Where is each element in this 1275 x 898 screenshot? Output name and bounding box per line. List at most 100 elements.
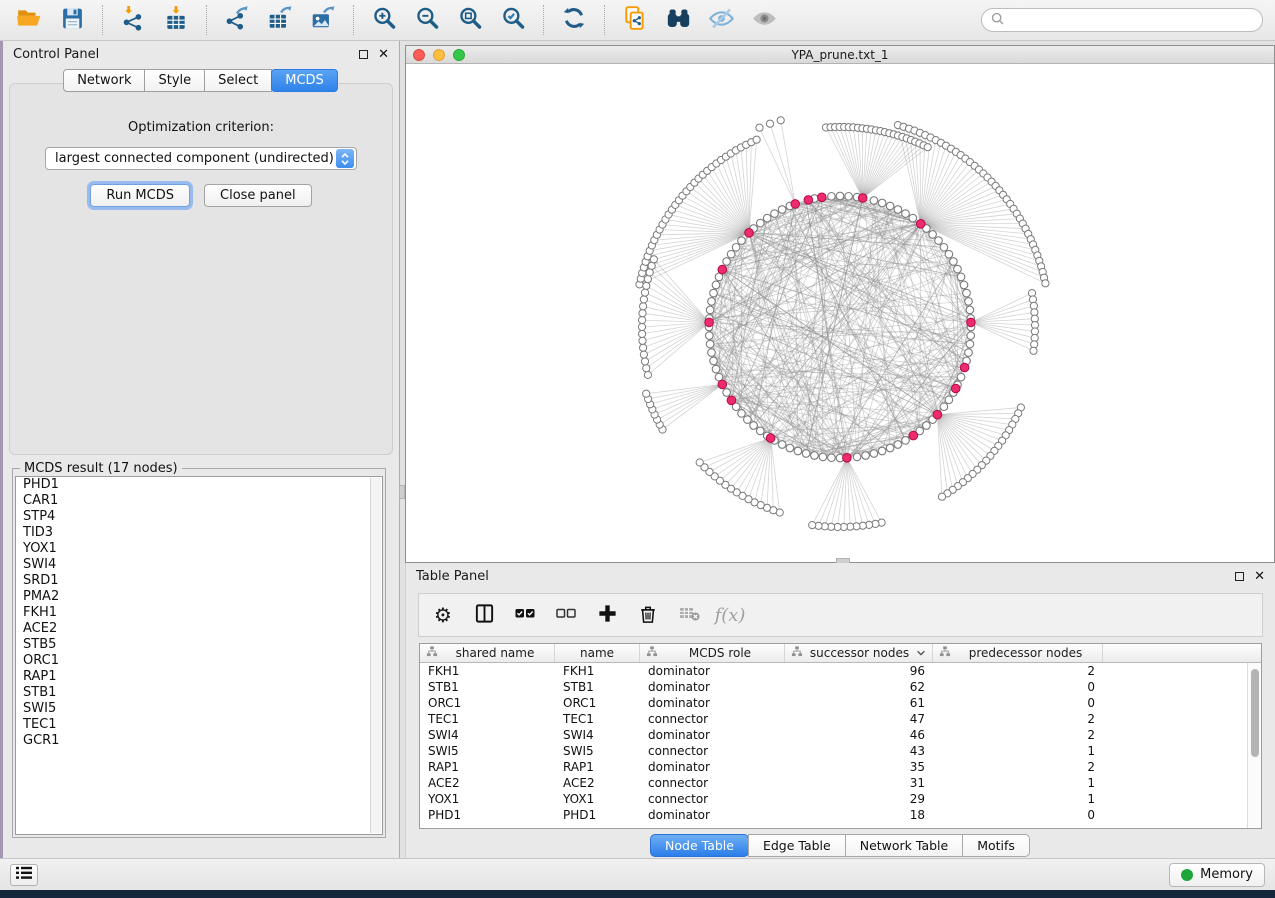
show-column-button[interactable] [472,603,496,627]
close-panel-icon[interactable]: ✕ [378,48,389,61]
result-node[interactable]: CAR1 [16,493,382,509]
refresh-view-button[interactable] [557,4,591,36]
table-row[interactable]: RAP1RAP1dominator352 [420,759,1247,775]
ring-node[interactable] [929,231,937,239]
ring-node[interactable] [967,332,975,340]
float-panel-icon[interactable] [359,50,368,59]
delete-column-button[interactable] [636,603,660,627]
ring-node[interactable] [862,452,870,460]
close-panel-button[interactable]: Close panel [204,184,312,207]
ring-node[interactable] [878,199,886,207]
result-node[interactable]: ORC1 [16,653,382,669]
ring-node[interactable] [828,454,836,462]
search-box[interactable] [981,8,1263,32]
ring-node[interactable] [902,437,910,445]
mcds-hub-node[interactable] [967,318,976,327]
ring-node[interactable] [732,244,740,252]
table-row[interactable]: ACE2ACE2connector311 [420,775,1247,791]
vertical-splitter-grip[interactable] [399,485,405,499]
ring-node[interactable] [802,450,810,458]
ring-node[interactable] [771,210,779,218]
result-node[interactable]: STB5 [16,637,382,653]
ring-node[interactable] [965,298,973,306]
zoom-out-button[interactable] [410,4,444,36]
leaf-node[interactable] [777,117,784,124]
mcds-hub-node[interactable] [804,196,813,205]
ring-node[interactable] [706,340,714,348]
column-header-predecessor-nodes[interactable]: predecessor nodes [933,644,1103,662]
ring-node[interactable] [935,237,943,245]
mcds-hub-node[interactable] [791,200,800,209]
mcds-hub-node[interactable] [727,396,736,405]
hide-selected-button[interactable] [704,4,738,36]
leaf-node[interactable] [646,269,653,276]
run-mcds-button[interactable]: Run MCDS [90,184,190,207]
result-node[interactable]: GCR1 [16,733,382,749]
network-canvas[interactable] [406,65,1274,564]
ring-node[interactable] [909,214,917,222]
ring-node[interactable] [853,453,861,461]
table-row[interactable]: SWI4SWI4dominator462 [420,727,1247,743]
table-row[interactable]: YOX1YOX1connector291 [420,791,1247,807]
import-table-button[interactable] [159,4,193,36]
export-image-button[interactable] [306,4,340,36]
leaf-node[interactable] [650,256,657,263]
ring-node[interactable] [794,447,802,455]
leaf-node[interactable] [639,317,646,324]
ring-node[interactable] [750,422,758,430]
ring-node[interactable] [950,258,958,266]
mcds-hub-node[interactable] [933,410,942,419]
column-header-shared-name[interactable]: shared name [420,644,555,662]
select-all-button[interactable] [513,603,537,627]
result-node[interactable]: SWI5 [16,701,382,717]
leaf-node[interactable] [643,282,650,289]
network-canvas-area[interactable] [406,65,1274,562]
ring-node[interactable] [960,281,968,289]
close-panel-icon[interactable]: ✕ [1254,570,1265,583]
export-network-button[interactable] [220,4,254,36]
ring-node[interactable] [778,206,786,214]
column-header-successor-nodes[interactable]: successor nodes [785,644,933,662]
float-panel-icon[interactable] [1235,572,1244,581]
mcds-hub-node[interactable] [718,380,727,389]
result-node[interactable]: ACE2 [16,621,382,637]
ring-node[interactable] [940,403,948,411]
ring-node[interactable] [966,306,974,314]
ring-node[interactable] [738,237,746,245]
table-row[interactable]: TEC1TEC1connector472 [420,711,1247,727]
open-file-button[interactable] [12,4,46,36]
result-node[interactable]: TID3 [16,525,382,541]
ring-node[interactable] [870,197,878,205]
ring-node[interactable] [845,193,853,201]
table-scrollbar-thumb[interactable] [1251,669,1259,757]
ring-node[interactable] [878,447,886,455]
mcds-hub-node[interactable] [718,265,727,274]
column-header-name[interactable]: name [555,644,640,662]
zoom-in-button[interactable] [367,4,401,36]
ring-node[interactable] [940,244,948,252]
ring-node[interactable] [870,450,878,458]
leaf-node[interactable] [640,296,647,303]
ring-node[interactable] [757,219,765,227]
mcds-hub-node[interactable] [951,384,960,393]
ring-node[interactable] [744,416,752,424]
leaf-node[interactable] [1030,347,1037,354]
leaf-node[interactable] [1042,280,1049,287]
ring-node[interactable] [723,258,731,266]
mcds-hub-node[interactable] [916,220,925,229]
deselect-all-button[interactable] [554,603,578,627]
ring-node[interactable] [894,206,902,214]
search-input[interactable] [1010,13,1254,27]
ring-node[interactable] [710,357,718,365]
tab-select[interactable]: Select [204,69,272,92]
table-scrollbar[interactable] [1247,663,1261,828]
ring-node[interactable] [963,289,971,297]
function-builder-button[interactable]: f(x) [718,603,742,627]
tab-motifs[interactable]: Motifs [962,834,1030,857]
table-settings-button[interactable]: ⚙ [431,603,455,627]
leaf-node[interactable] [809,522,816,529]
leaf-node[interactable] [639,337,646,344]
tab-network[interactable]: Network [63,69,145,92]
show-all-button[interactable] [747,4,781,36]
ring-node[interactable] [786,444,794,452]
